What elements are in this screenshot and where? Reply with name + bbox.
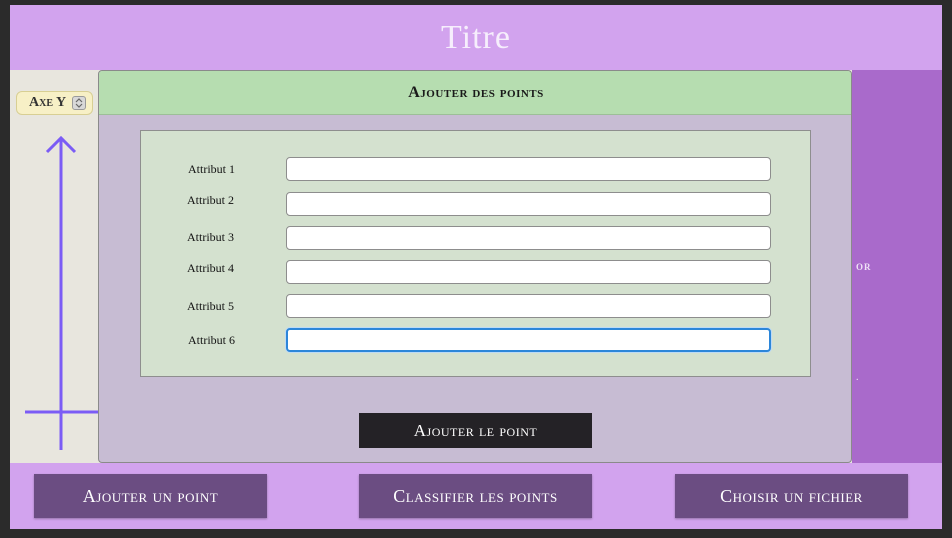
attribute-2-label: Attribut 2 xyxy=(187,193,234,207)
attribute-1-field[interactable] xyxy=(286,157,771,181)
modal-overlay: Ajouter des points Attribut 1 Attribut 2… xyxy=(0,0,952,538)
attribute-1-label: Attribut 1 xyxy=(188,162,235,176)
attribute-3-label: Attribut 3 xyxy=(187,230,234,244)
attribute-6-label: Attribut 6 xyxy=(188,333,235,347)
attribute-3-field[interactable] xyxy=(286,226,771,250)
attribute-5-label: Attribut 5 xyxy=(187,299,234,313)
submit-point-button[interactable]: Ajouter le point xyxy=(359,413,592,448)
dialog-header: Ajouter des points xyxy=(99,71,851,115)
dialog-title: Ajouter des points xyxy=(408,83,544,101)
attribute-2-field[interactable] xyxy=(286,192,771,216)
attribute-6-field[interactable] xyxy=(286,328,771,352)
attribute-4-field[interactable] xyxy=(286,260,771,284)
add-points-dialog: Ajouter des points Attribut 1 Attribut 2… xyxy=(98,70,852,463)
attribute-5-field[interactable] xyxy=(286,294,771,318)
attribute-4-label: Attribut 4 xyxy=(187,261,234,275)
attributes-form: Attribut 1 Attribut 2 Attribut 3 Attribu… xyxy=(140,130,811,377)
